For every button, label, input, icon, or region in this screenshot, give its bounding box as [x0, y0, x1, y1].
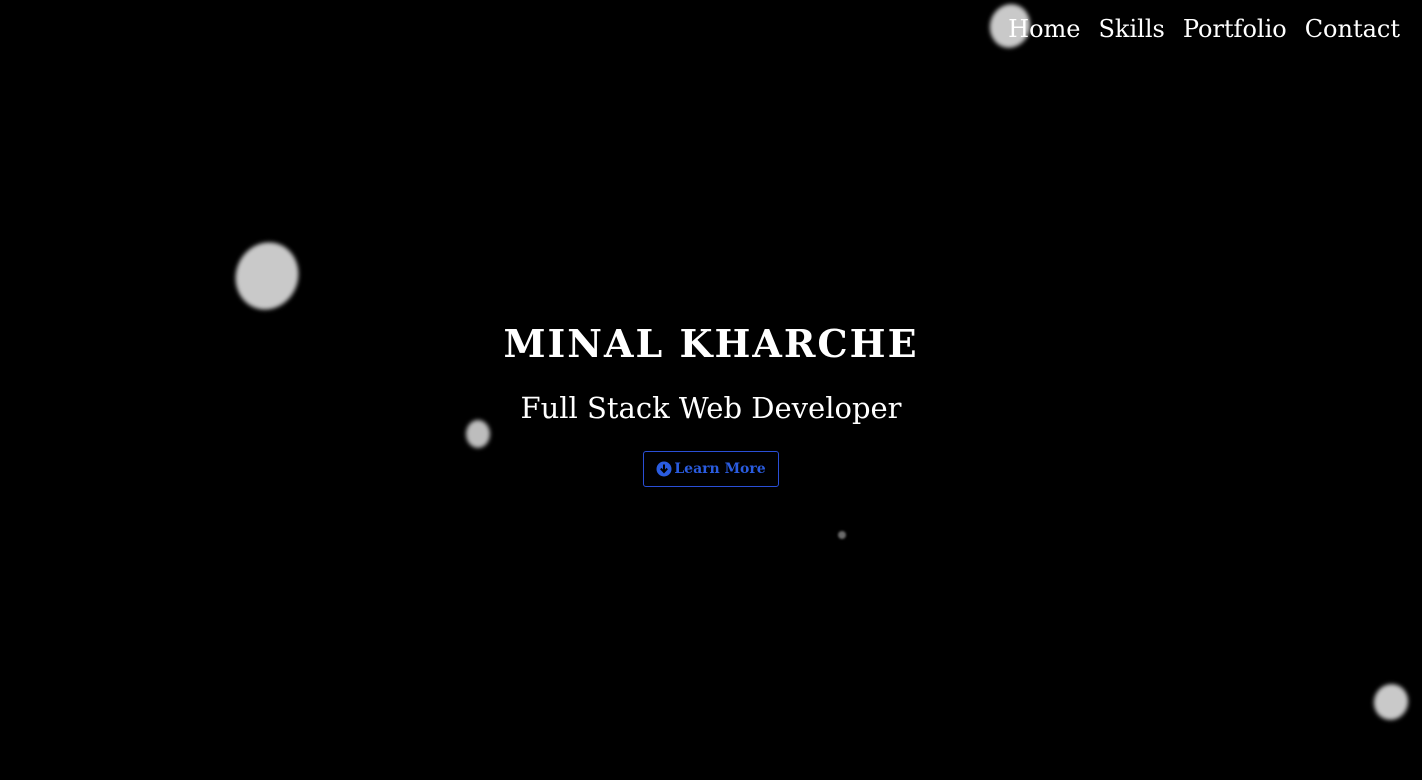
particle-decoration	[1368, 679, 1414, 725]
particle-decoration	[838, 531, 846, 539]
hero-section: MINAL KHARCHE Full Stack Web Developer L…	[0, 318, 1422, 487]
hero-role: Full Stack Web Developer	[520, 391, 902, 425]
learn-more-button[interactable]: Learn More	[643, 451, 779, 487]
page: Home Skills Portfolio Contact MINAL KHAR…	[0, 0, 1422, 780]
nav-link-portfolio[interactable]: Portfolio	[1183, 12, 1287, 46]
arrow-down-circle-icon	[656, 461, 672, 477]
nav-link-contact[interactable]: Contact	[1305, 12, 1400, 46]
learn-more-label: Learn More	[674, 461, 766, 477]
hero-name: MINAL KHARCHE	[503, 321, 919, 366]
nav-link-home[interactable]: Home	[1008, 12, 1080, 46]
nav-link-skills[interactable]: Skills	[1098, 12, 1164, 46]
particle-decoration	[225, 232, 309, 320]
top-nav: Home Skills Portfolio Contact	[1008, 12, 1400, 46]
